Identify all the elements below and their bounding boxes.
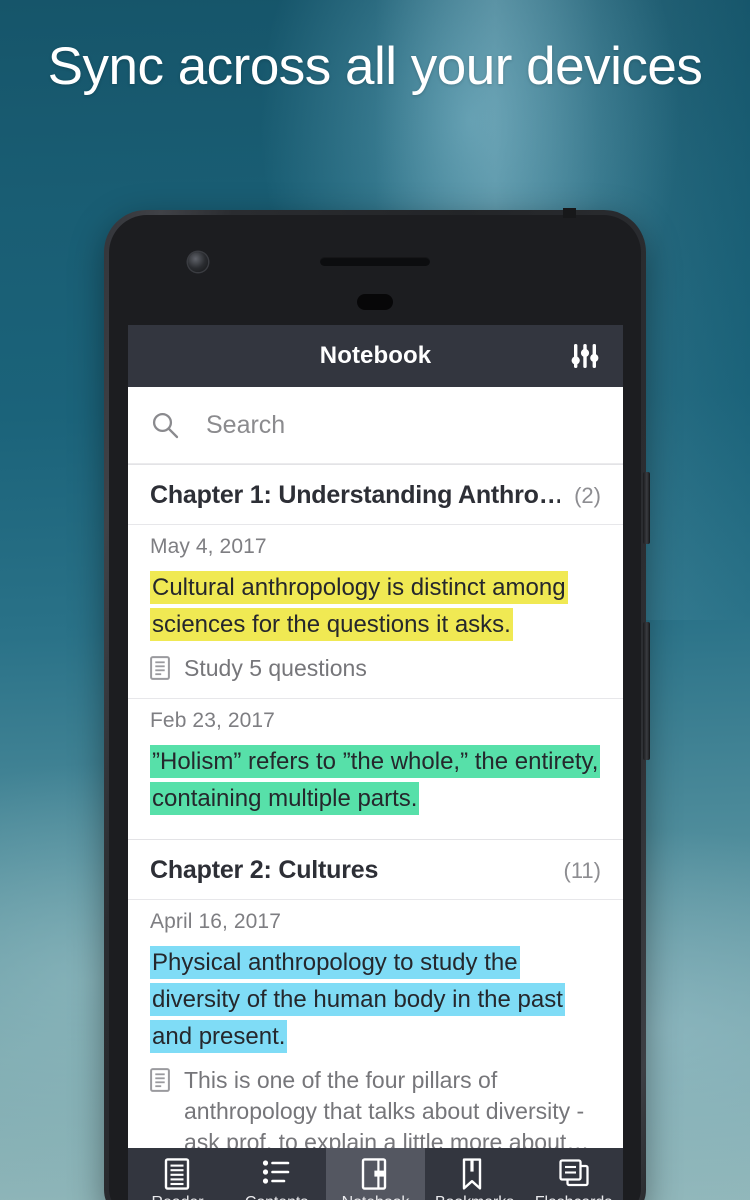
reader-document-icon (162, 1158, 194, 1190)
volume-rocker-button[interactable] (643, 622, 650, 760)
note-annotation-text: This is one of the four pillars of anthr… (184, 1067, 590, 1148)
search-icon (150, 410, 180, 440)
tab-bookmarks[interactable]: Bookmarks (425, 1148, 524, 1200)
note-highlight-text: Cultural anthropology is distinct among … (150, 571, 568, 641)
proximity-sensor (357, 294, 393, 310)
note-annotation-text: Study 5 questions (184, 655, 367, 681)
search-input[interactable] (206, 410, 601, 440)
phone-screen: Notebook Search Chapter 1: Understanding… (128, 325, 623, 1200)
note-highlight[interactable]: ”Holism” refers to ”the whole,” the enti… (150, 743, 601, 817)
page-title: Notebook (319, 342, 432, 369)
notebook-icon (360, 1158, 392, 1190)
note-date: April 16, 2017 (150, 910, 281, 933)
note-item[interactable]: April 16, 2017 Physical anthropology to … (128, 899, 623, 1148)
note-doc-icon (150, 656, 170, 680)
note-highlight-text: ”Holism” refers to ”the whole,” the enti… (150, 745, 601, 815)
app-header: Notebook (128, 325, 623, 387)
note-item[interactable]: May 4, 2017 Cultural anthropology is dis… (128, 524, 623, 698)
tab-label: Reader (152, 1194, 204, 1200)
bottom-navigation-bar: Reader Contents (128, 1148, 623, 1200)
tab-contents[interactable]: Contents (227, 1148, 326, 1200)
chapter-count: (11) (563, 858, 602, 883)
sliders-icon[interactable] (563, 334, 607, 378)
tab-label: Flashcards (535, 1194, 612, 1200)
chapter-header-row[interactable]: Chapter 2: Cultures (11) (128, 839, 623, 899)
tab-label: Bookmarks (435, 1194, 514, 1200)
note-date: Feb 23, 2017 (150, 709, 275, 732)
tab-label: Contents (245, 1194, 308, 1200)
note-highlight[interactable]: Physical anthropology to study the diver… (150, 944, 601, 1055)
note-annotation-row[interactable]: This is one of the four pillars of anthr… (150, 1065, 601, 1148)
promo-headline: Sync across all your devices (47, 37, 703, 96)
front-camera-icon (188, 252, 208, 272)
tab-reader[interactable]: Reader (128, 1148, 227, 1200)
chapter-title: Chapter 2: Cultures (150, 856, 379, 884)
chapter-count: (2) (574, 483, 601, 508)
search-bar[interactable] (128, 387, 623, 464)
note-doc-icon (150, 1068, 170, 1092)
bookmark-icon (459, 1158, 491, 1190)
note-date: May 4, 2017 (150, 535, 267, 558)
phone-device-frame: Notebook Search Chapter 1: Understanding… (104, 208, 650, 1200)
note-annotation-row[interactable]: Study 5 questions (150, 653, 601, 684)
tab-notebook[interactable]: Notebook (326, 1148, 425, 1200)
tab-flashcards[interactable]: Flashcards (524, 1148, 623, 1200)
chapter-title: Chapter 1: Understanding Anthro… (150, 481, 561, 509)
flashcards-stack-icon (558, 1158, 590, 1190)
chapter-header-row[interactable]: Chapter 1: Understanding Anthro… (2) (128, 464, 623, 524)
notes-list: Chapter 1: Understanding Anthro… (2) May… (128, 464, 623, 1148)
note-highlight[interactable]: Cultural anthropology is distinct among … (150, 569, 601, 643)
tab-label: Notebook (342, 1194, 410, 1200)
note-highlight-text: Physical anthropology to study the diver… (150, 946, 565, 1053)
bulleted-list-icon (261, 1158, 293, 1190)
earpiece-speaker (320, 257, 430, 266)
note-item[interactable]: Feb 23, 2017 ”Holism” refers to ”the who… (128, 698, 623, 839)
phone-antenna-notch (563, 208, 576, 218)
power-button[interactable] (643, 472, 650, 544)
